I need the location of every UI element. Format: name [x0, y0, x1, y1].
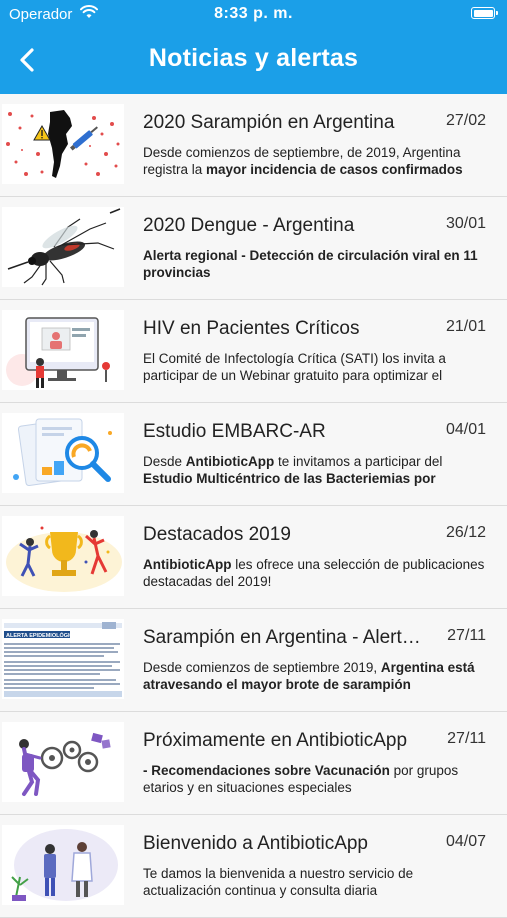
webinar-icon	[2, 310, 124, 390]
news-item[interactable]: Bienvenido a AntibioticApp 04/07 Te damo…	[0, 815, 507, 918]
news-date: 30/01	[445, 215, 486, 232]
news-title: Destacados 2019	[143, 524, 291, 545]
news-item[interactable]: Próximamente en AntibioticApp 27/11 - Re…	[0, 712, 507, 815]
news-description: Te damos la bienvenida a nuestro servici…	[143, 865, 488, 901]
doctors-icon	[2, 825, 124, 905]
desc-text: Te damos la bienvenida a nuestro servici…	[143, 866, 414, 898]
desc-text: El Comité de Infectología Crítica (SATI)…	[143, 351, 446, 383]
desc-text-bold: - Recomendaciones sobre Vacunación	[143, 763, 390, 778]
news-title: Bienvenido a AntibioticApp	[143, 833, 368, 854]
news-description: AntibioticApp les ofrece una selección d…	[143, 556, 488, 592]
document-alert-icon: ALERTA EPIDEMIOLÓGICA	[2, 619, 124, 699]
desc-text-bold: Alerta regional - Detección de circulaci…	[143, 248, 478, 280]
news-description: Desde AntibioticApp te invitamos a parti…	[143, 453, 488, 489]
news-item[interactable]: Destacados 2019 26/12 AntibioticApp les …	[0, 506, 507, 609]
news-date: 27/11	[447, 627, 486, 644]
news-date: 21/01	[445, 318, 486, 335]
news-item[interactable]: Estudio EMBARC-AR 04/01 Desde Antibiotic…	[0, 403, 507, 506]
news-title: 2020 Dengue - Argentina	[143, 215, 355, 236]
gears-icon	[2, 722, 124, 802]
desc-text-bold: AntibioticApp	[143, 557, 232, 572]
news-item[interactable]: ALERTA EPIDEMIOLÓGICA Sarampión en Argen…	[0, 609, 507, 712]
alert-banner-text: ALERTA EPIDEMIOLÓGICA	[6, 631, 78, 639]
news-title: HIV en Pacientes Críticos	[143, 318, 360, 339]
news-title: Estudio EMBARC-AR	[143, 421, 326, 442]
news-date: 27/11	[447, 730, 486, 747]
page-title: Noticias y alertas	[148, 44, 359, 72]
desc-text: Desde	[143, 454, 186, 469]
trophy-icon	[2, 516, 124, 596]
news-title: 2020 Sarampión en Argentina	[143, 112, 395, 133]
news-date: 04/07	[445, 833, 486, 850]
news-item[interactable]: HIV en Pacientes Críticos 21/01 El Comit…	[0, 300, 507, 403]
news-date: 26/12	[445, 524, 486, 541]
news-item[interactable]: 2020 Sarampión en Argentina 27/02 Desde …	[0, 94, 507, 197]
desc-text: te invitamos a participar del	[274, 454, 443, 469]
desc-text-bold: mayor incidencia de casos confirmados	[206, 162, 463, 177]
desc-text: Desde comienzos de septiembre 2019,	[143, 660, 381, 675]
news-description: El Comité de Infectología Crítica (SATI)…	[143, 350, 488, 386]
news-title: Próximamente en AntibioticApp	[143, 730, 408, 751]
desc-text-bold: Estudio Multicéntrico de las Bacteriemia…	[143, 471, 436, 486]
news-description: - Recomendaciones sobre Vacunación por g…	[143, 762, 488, 798]
news-item[interactable]: 2020 Dengue - Argentina 30/01 Alerta reg…	[0, 197, 507, 300]
desc-text-bold: AntibioticApp	[185, 454, 275, 469]
mosquito-icon	[2, 207, 124, 287]
news-description: Desde comienzos de septiembre 2019, Arge…	[143, 659, 488, 695]
news-date: 04/01	[445, 421, 486, 438]
status-bar: Operador 8:33 p. m.	[0, 0, 507, 28]
status-time: 8:33 p. m.	[214, 5, 293, 22]
news-title: Sarampión en Argentina - Alerta Epidemio…	[143, 627, 428, 648]
news-list: 2020 Sarampión en Argentina 27/02 Desde …	[0, 94, 507, 918]
nav-header: Operador 8:33 p. m. Noticias y alertas	[0, 0, 507, 94]
battery-icon	[471, 7, 498, 19]
measles-map-icon	[2, 104, 124, 184]
news-description: Desde comienzos de septiembre, de 2019, …	[143, 144, 488, 180]
magnifier-chart-icon	[2, 413, 124, 493]
news-date: 27/02	[445, 112, 486, 129]
news-description: Alerta regional - Detección de circulaci…	[143, 247, 488, 283]
